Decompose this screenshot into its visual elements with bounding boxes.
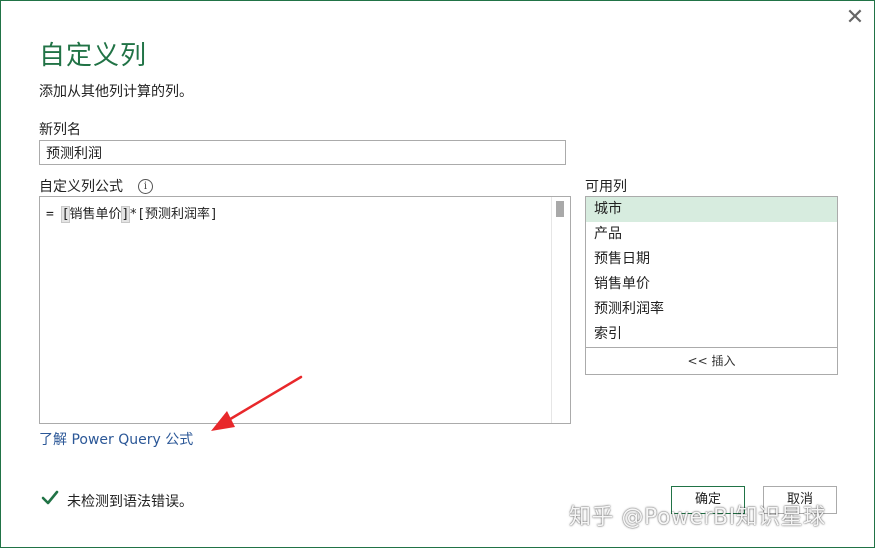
column-item-presale-date[interactable]: 预售日期 xyxy=(586,247,837,272)
custom-column-dialog: ✕ 自定义列 添加从其他列计算的列。 新列名 自定义列公式 i 可用列 = [销… xyxy=(0,0,875,548)
formula-scrollbar[interactable] xyxy=(551,197,570,423)
available-columns-list[interactable]: 城市 产品 预售日期 销售单价 预测利润率 索引 xyxy=(585,196,838,348)
watermark: 知乎 @PowerBI知识星球 xyxy=(569,505,826,530)
formula-label: 自定义列公式 xyxy=(39,179,123,195)
column-item-product[interactable]: 产品 xyxy=(586,222,837,247)
insert-button[interactable]: << 插入 xyxy=(585,348,838,375)
learn-power-query-link[interactable]: 了解 Power Query 公式 xyxy=(39,429,193,449)
scrollbar-thumb[interactable] xyxy=(556,201,564,217)
dialog-title: 自定义列 xyxy=(39,41,148,71)
annotation-arrow xyxy=(211,375,303,431)
new-column-name-input[interactable] xyxy=(39,140,566,165)
available-columns-label: 可用列 xyxy=(585,179,627,195)
column-item-index[interactable]: 索引 xyxy=(586,322,837,347)
new-column-name-label: 新列名 xyxy=(39,122,81,138)
close-icon[interactable]: ✕ xyxy=(844,7,866,29)
dialog-subtitle: 添加从其他列计算的列。 xyxy=(39,84,193,100)
info-icon[interactable]: i xyxy=(138,179,153,194)
formula-editor[interactable]: = [销售单价]*[预测利润率] xyxy=(39,196,571,424)
column-item-profit-rate[interactable]: 预测利润率 xyxy=(586,297,837,322)
column-item-unit-price[interactable]: 销售单价 xyxy=(586,272,837,297)
syntax-status-message: 未检测到语法错误。 xyxy=(67,494,193,510)
formula-text: = [销售单价]*[预测利润率] xyxy=(46,206,218,223)
check-icon xyxy=(41,490,59,505)
column-item-city[interactable]: 城市 xyxy=(586,197,837,222)
